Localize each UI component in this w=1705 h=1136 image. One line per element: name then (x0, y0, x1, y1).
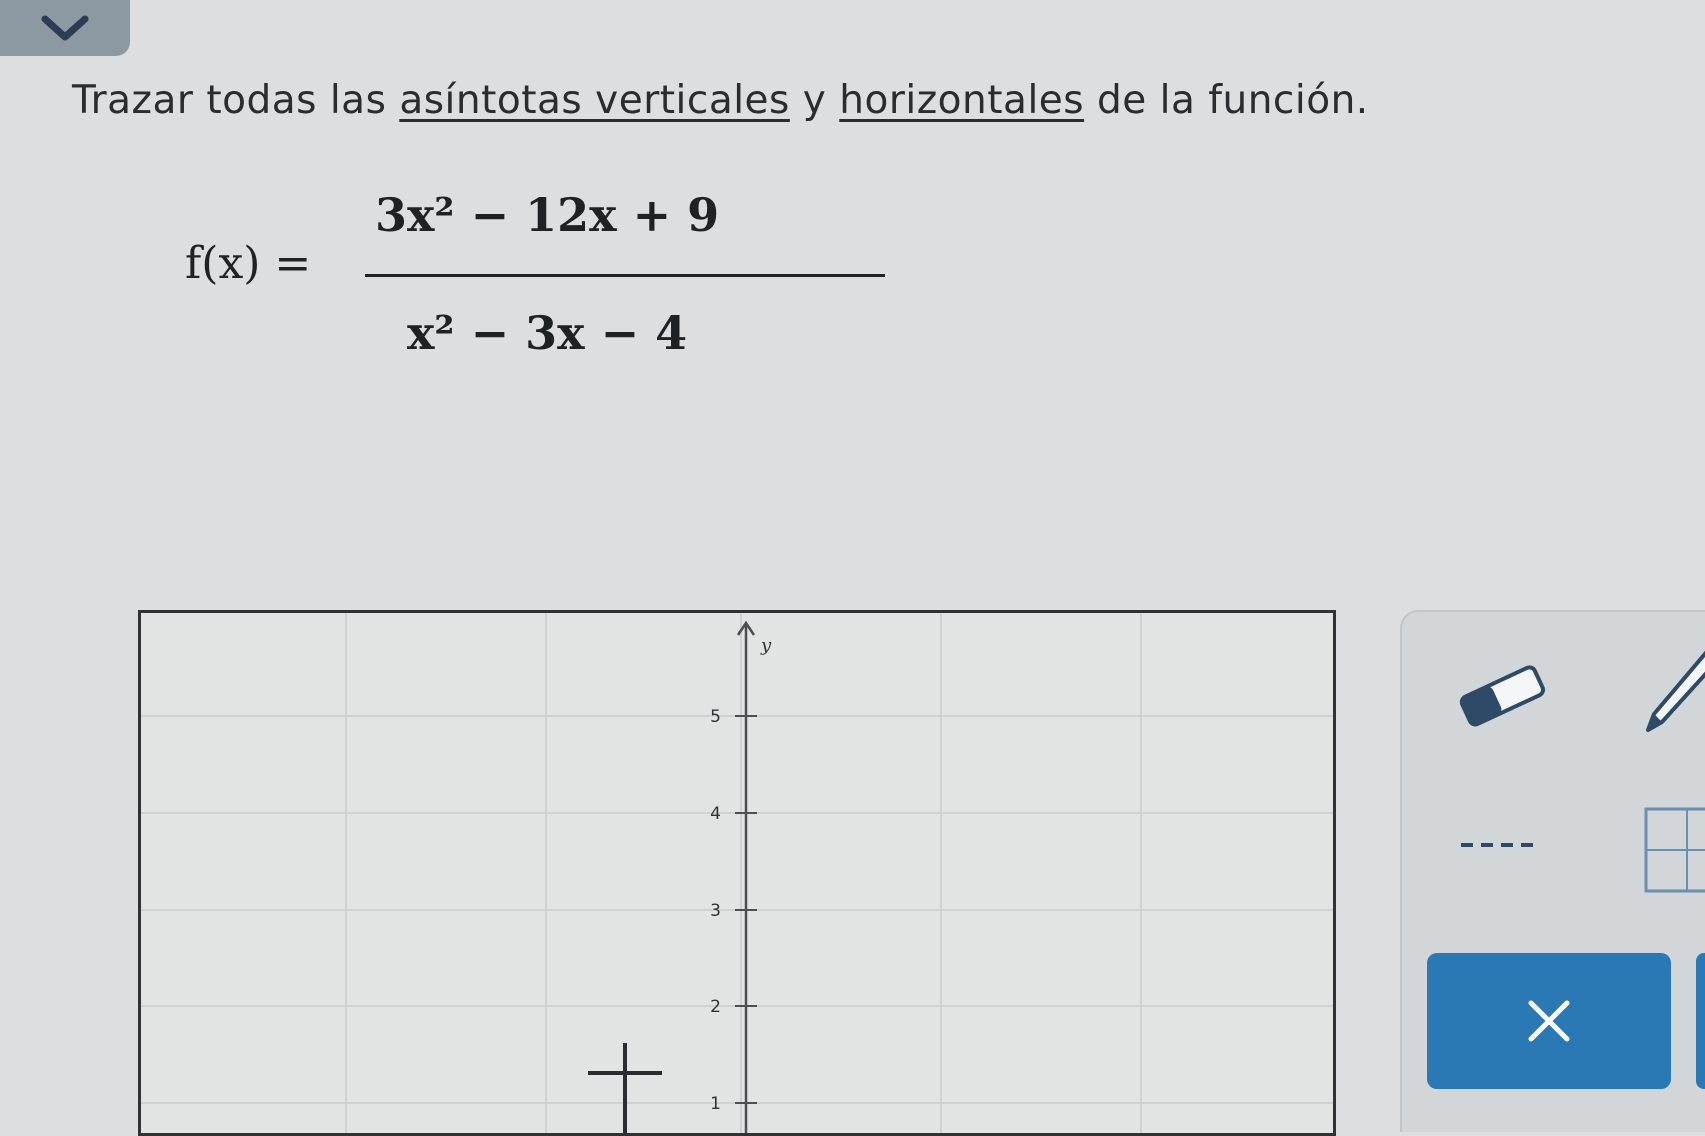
instruction-connector: y (789, 78, 840, 123)
close-icon (1528, 1000, 1570, 1042)
fraction-bar (365, 274, 885, 277)
pencil-tool[interactable] (1640, 640, 1705, 740)
collapse-toggle[interactable] (0, 0, 130, 56)
y-tick-label: 3 (710, 901, 721, 921)
formula-denominator: x² − 3x − 4 (407, 306, 688, 360)
y-tick-label: 5 (710, 707, 721, 727)
instruction-end: de la función. (1084, 78, 1369, 123)
eraser-icon (1459, 665, 1546, 727)
chevron-down-icon (41, 15, 89, 41)
question-instruction: Trazar todas las asíntotas verticales y … (72, 78, 1369, 123)
graph-canvas[interactable]: y 5 4 3 2 1 (138, 610, 1336, 1136)
y-tick-label: 1 (710, 1094, 721, 1114)
dashed-line-tool[interactable] (1455, 830, 1545, 860)
clear-button[interactable] (1427, 953, 1671, 1089)
term-vertical-asymptotes[interactable]: asíntotas verticales (399, 78, 790, 123)
next-button-edge[interactable] (1696, 953, 1705, 1089)
instruction-start: Trazar todas las (72, 78, 400, 123)
dashed-line-icon (1461, 843, 1539, 847)
eraser-tool[interactable] (1452, 655, 1552, 735)
graph-grid-icon (1644, 807, 1705, 893)
pencil-icon (1646, 650, 1705, 732)
y-tick-label: 4 (710, 804, 721, 824)
formula-lhs: f(x) = (185, 238, 312, 289)
graph-gridlines (141, 613, 1333, 1133)
asymptote-grid-tool[interactable] (1643, 805, 1705, 895)
crosshair-plus-icon (588, 1043, 662, 1133)
y-axis-label: y (760, 635, 772, 656)
y-tick-label: 2 (710, 997, 721, 1017)
formula-numerator: 3x² − 12x + 9 (375, 188, 720, 242)
term-horizontal[interactable]: horizontales (839, 78, 1084, 123)
